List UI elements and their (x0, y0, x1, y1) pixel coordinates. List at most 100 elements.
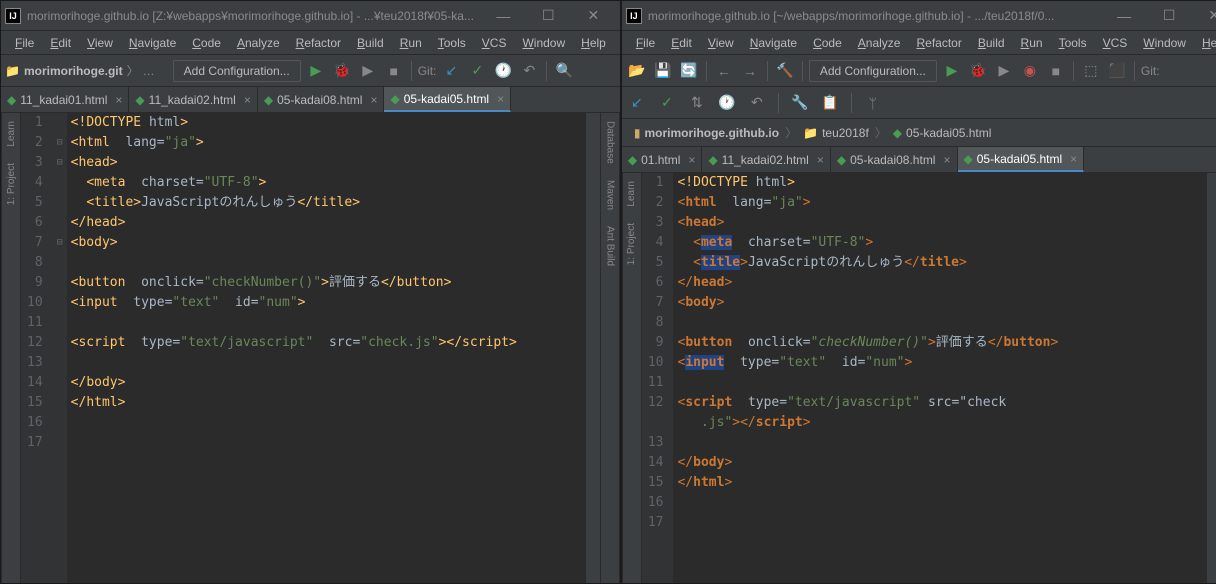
menu-view[interactable]: View (702, 34, 740, 52)
editor-tab[interactable]: ◆11_kadai01.html× (1, 87, 129, 112)
stop-button[interactable]: ■ (1045, 60, 1067, 82)
hierarchy-icon[interactable]: ⬛ (1106, 60, 1128, 82)
fold-column[interactable]: ⊟⊟⊟ (53, 113, 67, 583)
breadcrumb-folder[interactable]: 📁teu2018f (803, 126, 869, 140)
run-config-combo[interactable]: Add Configuration... (809, 60, 937, 82)
learn-tool[interactable]: Learn (626, 177, 637, 211)
menu-window[interactable]: Window (516, 34, 571, 52)
ant-tool[interactable]: Ant Build (604, 222, 615, 270)
coverage-button[interactable]: ▶ (357, 60, 379, 82)
coverage-button[interactable]: ▶ (993, 60, 1015, 82)
code-editor[interactable]: 1234567891011121314151617 ⊟⊟⊟ <!DOCTYPE … (21, 113, 600, 583)
close-button[interactable]: ✕ (571, 1, 616, 31)
editor-tab[interactable]: ◆11_kadai02.html× (129, 87, 257, 112)
minimize-button[interactable]: — (481, 1, 526, 31)
menu-code[interactable]: Code (186, 34, 227, 52)
scrollbar[interactable] (586, 113, 600, 583)
menu-navigate[interactable]: Navigate (123, 34, 182, 52)
revert-icon[interactable]: ↶ (518, 60, 540, 82)
close-tab-icon[interactable]: × (366, 93, 377, 107)
run-button[interactable]: ▶ (305, 60, 327, 82)
titlebar[interactable]: IJ morimorihoge.github.io [Z:¥webapps¥mo… (1, 1, 620, 31)
menu-file[interactable]: File (9, 34, 40, 52)
database-tool[interactable]: Database (604, 117, 615, 168)
menu-file[interactable]: File (630, 34, 661, 52)
menu-edit[interactable]: Edit (44, 34, 77, 52)
menu-help[interactable]: Help (1196, 34, 1216, 52)
search-icon[interactable]: 🔍 (553, 60, 575, 82)
close-tab-icon[interactable]: × (813, 153, 824, 167)
maximize-button[interactable]: ☐ (1147, 1, 1192, 31)
code-content[interactable]: <!DOCTYPE html><html lang="ja"><head> <m… (67, 113, 586, 583)
debug-button[interactable]: 🐞 (331, 60, 353, 82)
run-config-combo[interactable]: Add Configuration... (173, 60, 301, 82)
menu-tools[interactable]: Tools (432, 34, 472, 52)
history-icon[interactable]: 🕐 (492, 60, 514, 82)
commit-icon[interactable]: ✓ (466, 60, 488, 82)
editor-tab[interactable]: ◆05-kadai05.html× (958, 147, 1085, 172)
close-tab-icon[interactable]: × (684, 153, 695, 167)
menu-tools[interactable]: Tools (1053, 34, 1093, 52)
compare-icon[interactable]: ⇅ (686, 92, 708, 114)
learn-tool[interactable]: Learn (6, 117, 17, 151)
wrench-icon[interactable]: 🔧 (789, 92, 811, 114)
titlebar[interactable]: IJ morimorihoge.github.io [~/webapps/mor… (622, 1, 1216, 31)
branch-icon[interactable]: ᛘ (862, 92, 884, 114)
close-tab-icon[interactable]: × (111, 93, 122, 107)
structure-icon[interactable]: ⬚ (1080, 60, 1102, 82)
editor-tab[interactable]: ◆01.html× (622, 147, 703, 172)
paste-icon[interactable]: 📋 (819, 92, 841, 114)
project-name[interactable]: morimorihoge.git (24, 64, 123, 78)
menu-run[interactable]: Run (1015, 34, 1049, 52)
sync-icon[interactable]: 🔄 (678, 60, 700, 82)
menu-code[interactable]: Code (807, 34, 848, 52)
menu-build[interactable]: Build (972, 34, 1011, 52)
menu-window[interactable]: Window (1137, 34, 1192, 52)
breadcrumb-file[interactable]: ◆05-kadai05.html (893, 126, 992, 140)
forward-icon[interactable]: → (739, 60, 761, 82)
menu-edit[interactable]: Edit (665, 34, 698, 52)
code-content[interactable]: <!DOCTYPE html><html lang="ja"><head> <m… (673, 173, 1206, 583)
editor-tab[interactable]: ◆05-kadai08.html× (258, 87, 385, 112)
update-icon[interactable]: ↙ (626, 92, 648, 114)
close-tab-icon[interactable]: × (1066, 152, 1077, 166)
open-icon[interactable]: 📂 (626, 60, 648, 82)
debug-button[interactable]: 🐞 (967, 60, 989, 82)
menu-build[interactable]: Build (351, 34, 390, 52)
update-icon[interactable]: ↙ (440, 60, 462, 82)
run-button[interactable]: ▶ (941, 60, 963, 82)
editor-tab[interactable]: ◆05-kadai05.html× (384, 87, 511, 112)
profile-button[interactable]: ◉ (1019, 60, 1041, 82)
menu-analyze[interactable]: Analyze (852, 34, 907, 52)
editor-tab[interactable]: ◆11_kadai02.html× (702, 147, 830, 172)
breadcrumb-root[interactable]: ▮morimorihoge.github.io (634, 126, 779, 140)
maven-tool[interactable]: Maven (604, 176, 615, 214)
menu-refactor[interactable]: Refactor (290, 34, 347, 52)
menu-help[interactable]: Help (575, 34, 612, 52)
menu-run[interactable]: Run (394, 34, 428, 52)
close-tab-icon[interactable]: × (939, 153, 950, 167)
revert-icon[interactable]: ↶ (746, 92, 768, 114)
maximize-button[interactable]: ☐ (526, 1, 571, 31)
save-icon[interactable]: 💾 (652, 60, 674, 82)
minimize-button[interactable]: — (1102, 1, 1147, 31)
menu-view[interactable]: View (81, 34, 119, 52)
commit-icon[interactable]: ✓ (656, 92, 678, 114)
menu-refactor[interactable]: Refactor (910, 34, 967, 52)
close-button[interactable]: ✕ (1192, 1, 1216, 31)
back-icon[interactable]: ← (713, 60, 735, 82)
close-tab-icon[interactable]: × (493, 92, 504, 106)
menu-navigate[interactable]: Navigate (744, 34, 803, 52)
menu-analyze[interactable]: Analyze (231, 34, 286, 52)
menu-vcs[interactable]: VCS (1097, 34, 1134, 52)
code-editor[interactable]: 1234567891011121314151617 <!DOCTYPE html… (642, 173, 1216, 583)
project-tool[interactable]: 1: Project (626, 219, 637, 269)
editor-tab[interactable]: ◆05-kadai08.html× (831, 147, 958, 172)
scrollbar[interactable] (1207, 173, 1216, 583)
history-icon[interactable]: 🕐 (716, 92, 738, 114)
project-tool[interactable]: 1: Project (6, 159, 17, 209)
menu-vcs[interactable]: VCS (476, 34, 513, 52)
build-icon[interactable]: 🔨 (774, 60, 796, 82)
stop-button[interactable]: ■ (383, 60, 405, 82)
close-tab-icon[interactable]: × (240, 93, 251, 107)
